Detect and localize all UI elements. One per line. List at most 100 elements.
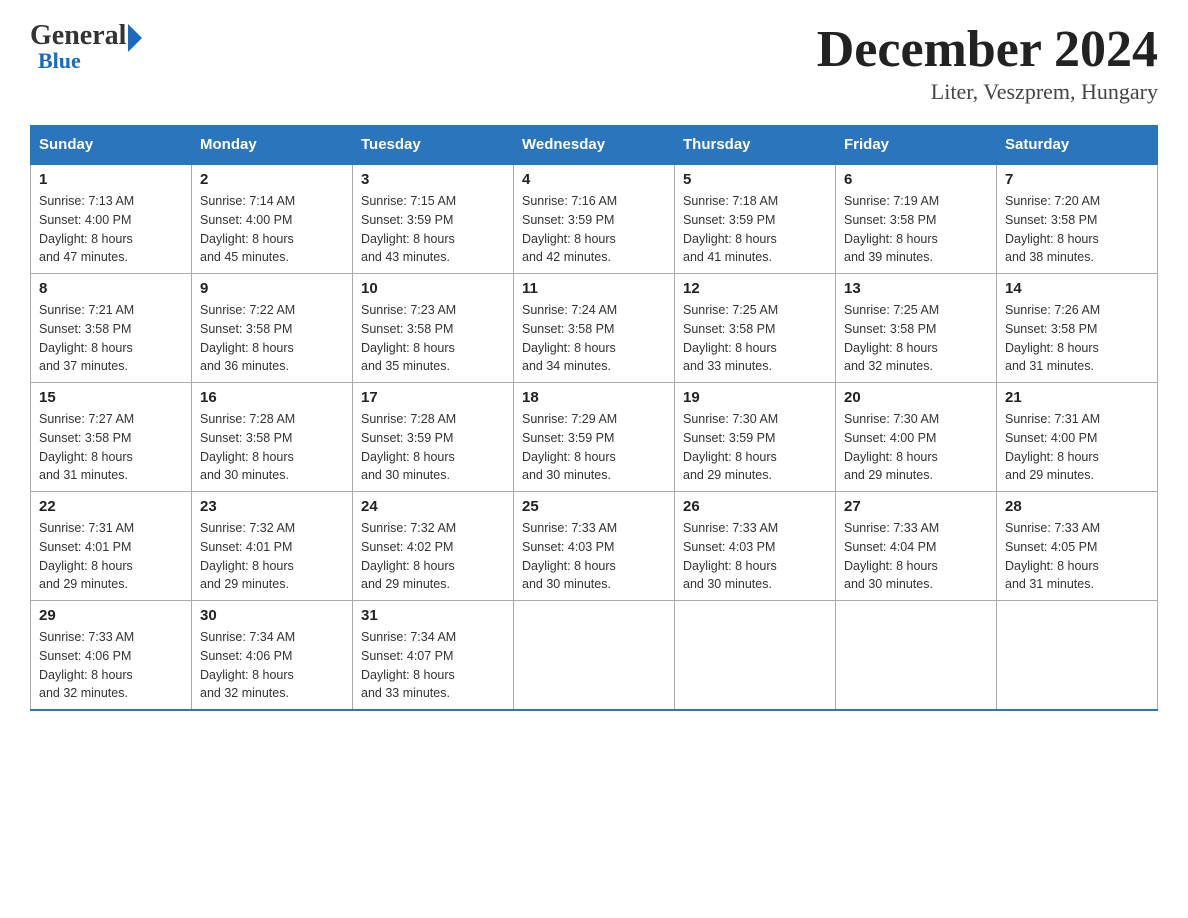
day-number: 24 (361, 498, 505, 515)
calendar-week-row: 8 Sunrise: 7:21 AM Sunset: 3:58 PM Dayli… (31, 274, 1158, 383)
day-info: Sunrise: 7:23 AM Sunset: 3:58 PM Dayligh… (361, 301, 505, 376)
day-info: Sunrise: 7:15 AM Sunset: 3:59 PM Dayligh… (361, 192, 505, 267)
day-number: 25 (522, 498, 666, 515)
day-info: Sunrise: 7:25 AM Sunset: 3:58 PM Dayligh… (683, 301, 827, 376)
day-info: Sunrise: 7:14 AM Sunset: 4:00 PM Dayligh… (200, 192, 344, 267)
col-friday: Friday (836, 126, 997, 165)
day-number: 8 (39, 280, 183, 297)
day-info: Sunrise: 7:20 AM Sunset: 3:58 PM Dayligh… (1005, 192, 1149, 267)
day-info: Sunrise: 7:28 AM Sunset: 3:59 PM Dayligh… (361, 410, 505, 485)
day-info: Sunrise: 7:31 AM Sunset: 4:00 PM Dayligh… (1005, 410, 1149, 485)
day-number: 2 (200, 171, 344, 188)
day-number: 7 (1005, 171, 1149, 188)
logo-arrow-icon (128, 24, 142, 52)
table-row: 29 Sunrise: 7:33 AM Sunset: 4:06 PM Dayl… (31, 601, 192, 711)
table-row (997, 601, 1158, 711)
table-row: 19 Sunrise: 7:30 AM Sunset: 3:59 PM Dayl… (675, 383, 836, 492)
day-info: Sunrise: 7:18 AM Sunset: 3:59 PM Dayligh… (683, 192, 827, 267)
table-row: 23 Sunrise: 7:32 AM Sunset: 4:01 PM Dayl… (192, 492, 353, 601)
day-info: Sunrise: 7:19 AM Sunset: 3:58 PM Dayligh… (844, 192, 988, 267)
table-row: 9 Sunrise: 7:22 AM Sunset: 3:58 PM Dayli… (192, 274, 353, 383)
table-row: 27 Sunrise: 7:33 AM Sunset: 4:04 PM Dayl… (836, 492, 997, 601)
table-row: 31 Sunrise: 7:34 AM Sunset: 4:07 PM Dayl… (353, 601, 514, 711)
col-tuesday: Tuesday (353, 126, 514, 165)
day-number: 22 (39, 498, 183, 515)
calendar-week-row: 1 Sunrise: 7:13 AM Sunset: 4:00 PM Dayli… (31, 164, 1158, 274)
day-number: 21 (1005, 389, 1149, 406)
table-row (514, 601, 675, 711)
table-row: 4 Sunrise: 7:16 AM Sunset: 3:59 PM Dayli… (514, 164, 675, 274)
table-row: 18 Sunrise: 7:29 AM Sunset: 3:59 PM Dayl… (514, 383, 675, 492)
table-row (675, 601, 836, 711)
day-number: 31 (361, 607, 505, 624)
day-info: Sunrise: 7:33 AM Sunset: 4:06 PM Dayligh… (39, 628, 183, 703)
day-number: 19 (683, 389, 827, 406)
col-thursday: Thursday (675, 126, 836, 165)
day-number: 3 (361, 171, 505, 188)
table-row: 17 Sunrise: 7:28 AM Sunset: 3:59 PM Dayl… (353, 383, 514, 492)
table-row: 1 Sunrise: 7:13 AM Sunset: 4:00 PM Dayli… (31, 164, 192, 274)
day-info: Sunrise: 7:31 AM Sunset: 4:01 PM Dayligh… (39, 519, 183, 594)
table-row: 10 Sunrise: 7:23 AM Sunset: 3:58 PM Dayl… (353, 274, 514, 383)
table-row: 21 Sunrise: 7:31 AM Sunset: 4:00 PM Dayl… (997, 383, 1158, 492)
table-row: 5 Sunrise: 7:18 AM Sunset: 3:59 PM Dayli… (675, 164, 836, 274)
day-info: Sunrise: 7:22 AM Sunset: 3:58 PM Dayligh… (200, 301, 344, 376)
table-row: 26 Sunrise: 7:33 AM Sunset: 4:03 PM Dayl… (675, 492, 836, 601)
col-wednesday: Wednesday (514, 126, 675, 165)
col-sunday: Sunday (31, 126, 192, 165)
day-number: 16 (200, 389, 344, 406)
table-row (836, 601, 997, 711)
day-info: Sunrise: 7:32 AM Sunset: 4:01 PM Dayligh… (200, 519, 344, 594)
table-row: 30 Sunrise: 7:34 AM Sunset: 4:06 PM Dayl… (192, 601, 353, 711)
table-row: 25 Sunrise: 7:33 AM Sunset: 4:03 PM Dayl… (514, 492, 675, 601)
day-info: Sunrise: 7:25 AM Sunset: 3:58 PM Dayligh… (844, 301, 988, 376)
day-number: 20 (844, 389, 988, 406)
table-row: 14 Sunrise: 7:26 AM Sunset: 3:58 PM Dayl… (997, 274, 1158, 383)
table-row: 15 Sunrise: 7:27 AM Sunset: 3:58 PM Dayl… (31, 383, 192, 492)
day-info: Sunrise: 7:32 AM Sunset: 4:02 PM Dayligh… (361, 519, 505, 594)
day-number: 11 (522, 280, 666, 297)
day-number: 29 (39, 607, 183, 624)
day-number: 17 (361, 389, 505, 406)
logo: General Blue (30, 20, 142, 74)
col-saturday: Saturday (997, 126, 1158, 165)
table-row: 24 Sunrise: 7:32 AM Sunset: 4:02 PM Dayl… (353, 492, 514, 601)
table-row: 22 Sunrise: 7:31 AM Sunset: 4:01 PM Dayl… (31, 492, 192, 601)
table-row: 20 Sunrise: 7:30 AM Sunset: 4:00 PM Dayl… (836, 383, 997, 492)
table-row: 7 Sunrise: 7:20 AM Sunset: 3:58 PM Dayli… (997, 164, 1158, 274)
table-row: 6 Sunrise: 7:19 AM Sunset: 3:58 PM Dayli… (836, 164, 997, 274)
day-number: 13 (844, 280, 988, 297)
day-number: 10 (361, 280, 505, 297)
day-info: Sunrise: 7:34 AM Sunset: 4:06 PM Dayligh… (200, 628, 344, 703)
day-info: Sunrise: 7:28 AM Sunset: 3:58 PM Dayligh… (200, 410, 344, 485)
day-info: Sunrise: 7:21 AM Sunset: 3:58 PM Dayligh… (39, 301, 183, 376)
logo-blue-text: Blue (38, 48, 81, 74)
calendar-header-row: Sunday Monday Tuesday Wednesday Thursday… (31, 126, 1158, 165)
day-number: 23 (200, 498, 344, 515)
title-block: December 2024 Liter, Veszprem, Hungary (817, 20, 1158, 105)
day-info: Sunrise: 7:33 AM Sunset: 4:04 PM Dayligh… (844, 519, 988, 594)
day-info: Sunrise: 7:29 AM Sunset: 3:59 PM Dayligh… (522, 410, 666, 485)
day-info: Sunrise: 7:34 AM Sunset: 4:07 PM Dayligh… (361, 628, 505, 703)
table-row: 11 Sunrise: 7:24 AM Sunset: 3:58 PM Dayl… (514, 274, 675, 383)
day-number: 5 (683, 171, 827, 188)
calendar-week-row: 22 Sunrise: 7:31 AM Sunset: 4:01 PM Dayl… (31, 492, 1158, 601)
day-info: Sunrise: 7:24 AM Sunset: 3:58 PM Dayligh… (522, 301, 666, 376)
day-number: 28 (1005, 498, 1149, 515)
table-row: 2 Sunrise: 7:14 AM Sunset: 4:00 PM Dayli… (192, 164, 353, 274)
day-number: 9 (200, 280, 344, 297)
table-row: 28 Sunrise: 7:33 AM Sunset: 4:05 PM Dayl… (997, 492, 1158, 601)
table-row: 12 Sunrise: 7:25 AM Sunset: 3:58 PM Dayl… (675, 274, 836, 383)
day-info: Sunrise: 7:33 AM Sunset: 4:03 PM Dayligh… (522, 519, 666, 594)
day-info: Sunrise: 7:13 AM Sunset: 4:00 PM Dayligh… (39, 192, 183, 267)
day-number: 6 (844, 171, 988, 188)
table-row: 13 Sunrise: 7:25 AM Sunset: 3:58 PM Dayl… (836, 274, 997, 383)
col-monday: Monday (192, 126, 353, 165)
day-number: 30 (200, 607, 344, 624)
table-row: 3 Sunrise: 7:15 AM Sunset: 3:59 PM Dayli… (353, 164, 514, 274)
day-number: 12 (683, 280, 827, 297)
day-number: 14 (1005, 280, 1149, 297)
day-info: Sunrise: 7:16 AM Sunset: 3:59 PM Dayligh… (522, 192, 666, 267)
day-number: 15 (39, 389, 183, 406)
day-number: 4 (522, 171, 666, 188)
